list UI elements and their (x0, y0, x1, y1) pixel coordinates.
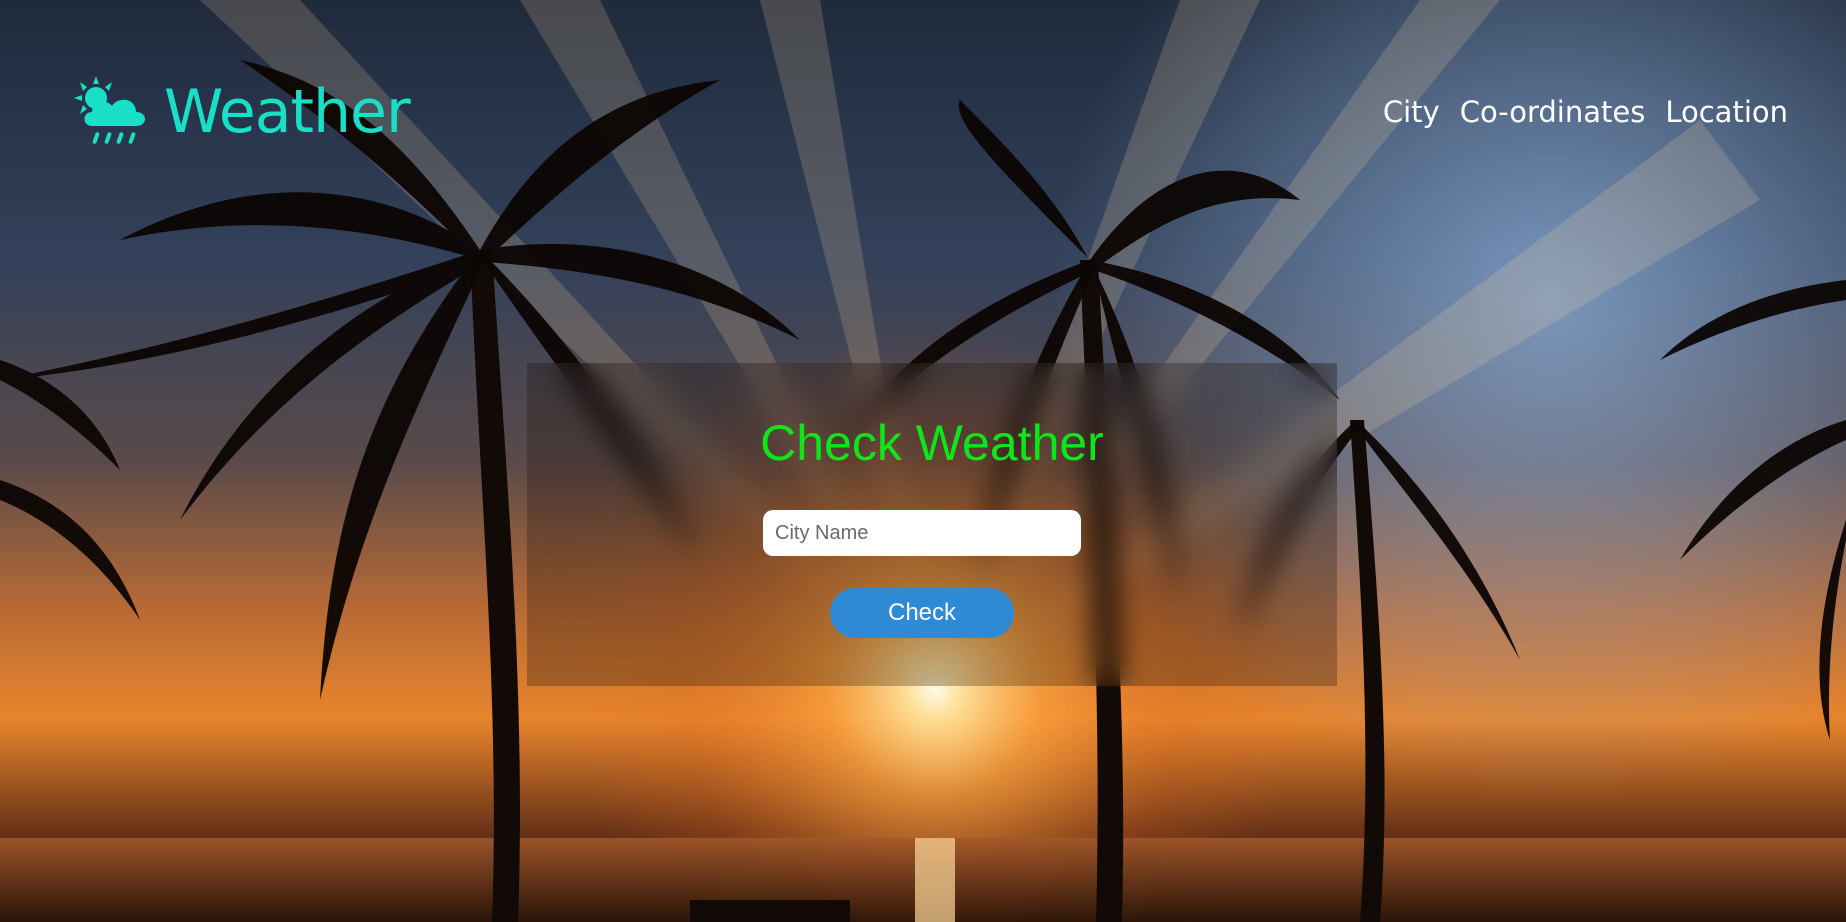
logo-text: Weather (164, 77, 411, 147)
page: Weather City Co-ordinates Location Check… (0, 0, 1846, 922)
card-title: Check Weather (760, 415, 1104, 471)
nav-item-location[interactable]: Location (1665, 92, 1788, 132)
nav-item-city[interactable]: City (1383, 92, 1440, 132)
sun-cloud-rain-icon (74, 76, 145, 144)
logo[interactable]: Weather (70, 72, 411, 152)
check-button[interactable]: Check (830, 588, 1014, 638)
check-weather-card: Check Weather Check (527, 363, 1337, 686)
city-name-input[interactable] (763, 510, 1081, 556)
top-nav: City Co-ordinates Location (1383, 92, 1788, 132)
nav-item-coordinates[interactable]: Co-ordinates (1460, 92, 1646, 132)
